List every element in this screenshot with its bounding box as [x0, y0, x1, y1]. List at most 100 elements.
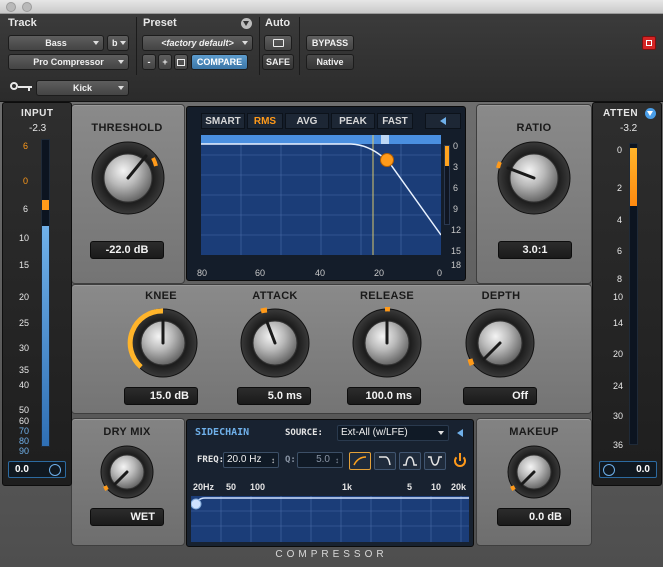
- graph-y-tick: 15: [451, 246, 462, 256]
- graph-x-tick: 80: [197, 268, 208, 278]
- atten-meter-title: ATTEN: [603, 108, 639, 119]
- detector-mode-avg[interactable]: AVG: [285, 113, 329, 129]
- plugin-selector[interactable]: Pro Compressor: [8, 54, 129, 70]
- freq-tick: 10: [431, 482, 442, 492]
- detector-mode-fast[interactable]: FAST: [377, 113, 413, 129]
- key-icon: [10, 82, 32, 91]
- knee-value[interactable]: 15.0 dB: [124, 387, 198, 405]
- channel-selector[interactable]: b: [107, 35, 129, 51]
- atten-menu-icon[interactable]: [645, 108, 656, 119]
- source-selector[interactable]: Ext-All (w/LFE): [337, 425, 449, 441]
- sidechain-listen-icon[interactable]: [457, 429, 463, 437]
- attack-knob[interactable]: [239, 307, 311, 379]
- atten-scale-tick: 8: [617, 274, 623, 284]
- atten-peak-value: -3.2: [620, 123, 638, 134]
- chevron-down-icon: [93, 41, 99, 45]
- stepper-icon: ↕: [335, 456, 339, 465]
- notch-filter-button[interactable]: [424, 452, 446, 470]
- makeup-label: MAKEUP: [509, 426, 559, 438]
- detector-mode-rms[interactable]: RMS: [247, 113, 283, 129]
- target-button[interactable]: [642, 36, 656, 50]
- release-value[interactable]: 100.0 ms: [347, 387, 421, 405]
- graph-y-tick: 9: [453, 204, 459, 214]
- automation-button[interactable]: [264, 35, 292, 51]
- chevron-down-icon: [120, 41, 126, 45]
- close-window-icon[interactable]: [6, 2, 16, 12]
- input-scale-tick: 30: [19, 343, 30, 353]
- lowpass-filter-button[interactable]: [374, 452, 396, 470]
- dry-mix-knob[interactable]: [99, 444, 155, 500]
- input-scale-tick: 20: [19, 292, 30, 302]
- minimize-window-icon[interactable]: [22, 2, 32, 12]
- atten-scale-tick: 6: [617, 246, 623, 256]
- preset-label: Preset: [143, 17, 177, 29]
- q-label: Q:: [285, 455, 296, 465]
- freq-tick: 20Hz: [193, 482, 215, 492]
- threshold-knob[interactable]: [90, 140, 166, 216]
- atten-scale-tick: 14: [613, 318, 624, 328]
- link-icon[interactable]: [603, 464, 615, 476]
- detector-mode-peak[interactable]: PEAK: [331, 113, 375, 129]
- track-label: Track: [8, 17, 37, 29]
- plugin-name-footer: COMPRESSOR: [275, 549, 388, 560]
- freq-tick: 50: [226, 482, 237, 492]
- makeup-knob[interactable]: [506, 444, 562, 500]
- graph-y-tick: 0: [453, 141, 459, 151]
- attack-value[interactable]: 5.0 ms: [237, 387, 311, 405]
- detector-mode-smart[interactable]: SMART: [201, 113, 245, 129]
- key-input-selector[interactable]: Kick: [36, 80, 129, 96]
- transfer-curve[interactable]: [201, 135, 441, 255]
- input-scale-tick: 0: [23, 176, 29, 186]
- bypass-button[interactable]: BYPASS: [306, 35, 354, 51]
- input-scale-tick: 60: [19, 416, 30, 426]
- input-scale-tick: 10: [19, 233, 30, 243]
- sidechain-enable-button[interactable]: [451, 452, 469, 470]
- channel-name: b: [112, 38, 118, 48]
- graph-y-tick: 6: [453, 183, 459, 193]
- highpass-filter-button[interactable]: [349, 452, 371, 470]
- highpass-filter-icon: [353, 456, 367, 466]
- preset-name: <factory default>: [161, 38, 234, 48]
- listen-button[interactable]: [425, 113, 461, 129]
- copy-settings-button[interactable]: [174, 54, 188, 70]
- copy-icon: [177, 58, 185, 66]
- input-scale-tick: 35: [19, 365, 30, 375]
- compare-button[interactable]: COMPARE: [191, 54, 248, 70]
- input-scale-tick: 25: [19, 318, 30, 328]
- output-gain-value: 0.0: [636, 464, 650, 475]
- depth-knob[interactable]: [464, 307, 536, 379]
- knee-knob[interactable]: [127, 307, 199, 379]
- ratio-value[interactable]: 3.0:1: [498, 241, 572, 259]
- bandpass-filter-button[interactable]: [399, 452, 421, 470]
- input-scale-tick: 90: [19, 446, 30, 456]
- atten-meter-section: ATTEN -3.2 0 2 4 6 8 10 14 20 24 30 36 0.0: [592, 102, 662, 486]
- track-selector[interactable]: Bass: [8, 35, 104, 51]
- preset-previous-button[interactable]: -: [142, 54, 156, 70]
- dry-mix-value[interactable]: WET: [90, 508, 164, 526]
- ratio-knob[interactable]: [496, 140, 572, 216]
- freq-field[interactable]: 20.0 Hz ↕: [223, 452, 279, 468]
- depth-label: DEPTH: [481, 290, 521, 302]
- input-scale-tick: 50: [19, 405, 30, 415]
- chevron-down-icon: [118, 60, 124, 64]
- makeup-value[interactable]: 0.0 dB: [497, 508, 571, 526]
- freq-tick: 5: [407, 482, 413, 492]
- preset-selector[interactable]: <factory default>: [142, 35, 253, 51]
- link-icon[interactable]: [49, 464, 61, 476]
- input-scale-tick: 6: [23, 204, 29, 214]
- safe-button[interactable]: SAFE: [262, 54, 294, 70]
- release-knob[interactable]: [351, 307, 423, 379]
- sidechain-filter-graph[interactable]: [191, 496, 469, 542]
- threshold-value[interactable]: -22.0 dB: [90, 241, 164, 259]
- depth-value[interactable]: Off: [463, 387, 537, 405]
- bandpass-filter-icon: [403, 456, 417, 466]
- graph-y-tick: 18: [451, 260, 462, 270]
- compressor-graph: SMART RMS AVG PEAK FAST 80 60 40 20 0 0 …: [186, 106, 466, 281]
- preset-next-button[interactable]: +: [158, 54, 172, 70]
- q-field[interactable]: 5.0 ↕: [297, 452, 343, 468]
- graph-x-tick: 60: [255, 268, 266, 278]
- preset-menu-icon[interactable]: [241, 18, 252, 29]
- atten-scale-tick: 0: [617, 145, 623, 155]
- source-label: SOURCE:: [285, 428, 323, 438]
- atten-scale-tick: 10: [613, 292, 624, 302]
